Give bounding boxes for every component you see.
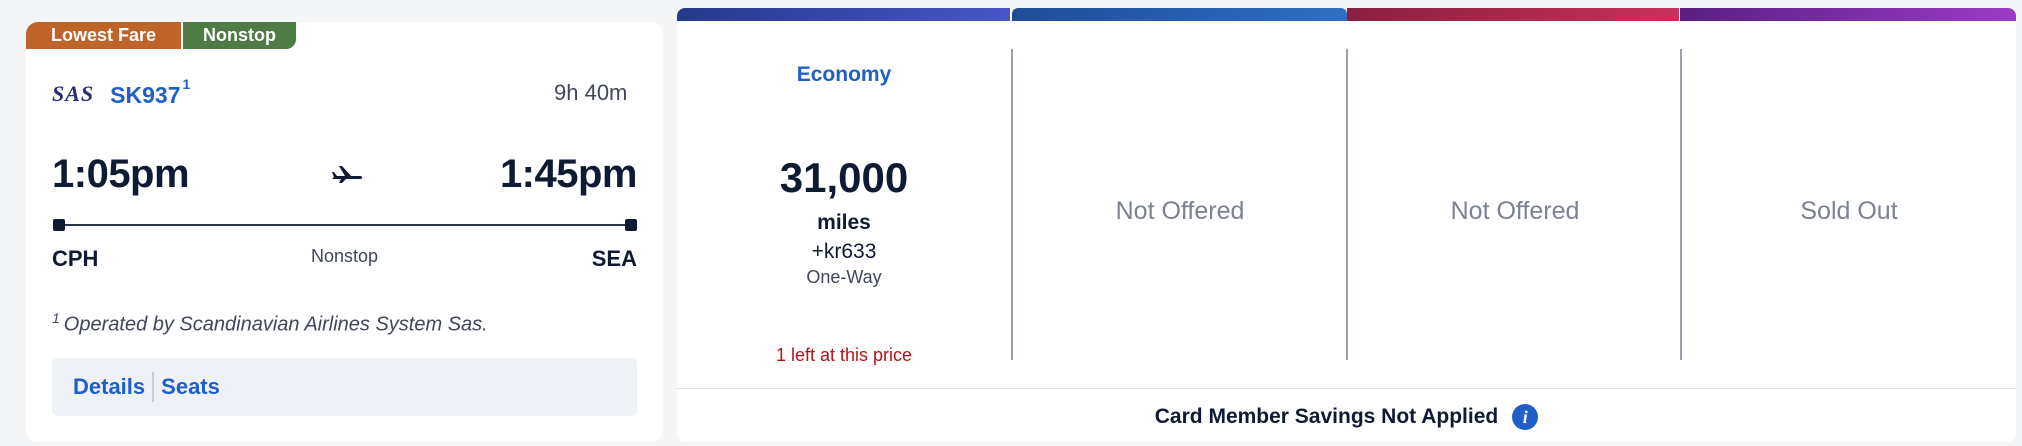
airplane-icon [332,166,363,183]
destination-code: SEA [591,246,637,271]
cabin-name: Economy [796,63,892,86]
sas-logo: SAS [52,81,95,106]
cash-price: +kr633 [811,240,877,263]
seats-left-note: 1 left at this price [775,345,913,365]
details-link[interactable]: Details [73,374,145,400]
footnote-marker-note: 1 [52,310,60,326]
info-icon[interactable]: i [1512,404,1539,430]
card-savings-footer: Card Member Savings Not Applied i [677,392,2016,442]
fare-option-economy[interactable]: Economy 31,000 miles +kr633 One-Way 1 le… [677,21,1011,396]
sold-out-label: Sold Out [1800,197,1898,225]
flight-number[interactable]: SK937 [110,82,180,109]
arrival-time: 1:45pm [499,152,638,196]
route-bar [65,224,625,226]
flight-duration: 9h 40m [554,80,628,105]
cabin2-strip [1011,8,1347,21]
cabin3-strip [1346,8,1680,21]
operated-by-note: 1 Operated by Scandinavian Airlines Syste… [52,310,488,337]
flight-times: 1:05pm 1:45pm [52,152,638,202]
carrier-row: SAS SK937 1 [52,76,190,109]
miles-unit: miles [817,211,871,234]
fare-panel: Economy 31,000 miles +kr633 One-Way 1 le… [677,8,2016,442]
operated-by-text: Operated by Scandinavian Airlines System… [63,313,488,336]
not-offered-label: Not Offered [1450,197,1580,225]
fare-color-strips [677,8,2016,21]
trip-type: One-Way [806,267,882,287]
stops-label: Nonstop [310,246,379,266]
economy-strip [677,8,1010,21]
not-offered-label: Not Offered [1115,197,1245,225]
footnote-marker: 1 [182,76,191,92]
fare-option-4: Sold Out [1682,21,2016,396]
flight-links: Details Seats [52,358,637,416]
departure-time: 1:05pm [52,152,190,196]
destination-dot [625,219,637,231]
lowest-fare-badge: Lowest Fare [26,22,182,49]
miles-amount: 31,000 [779,154,909,201]
origin-dot [53,219,65,231]
link-divider [152,372,155,402]
footer-divider [677,388,2016,389]
fare-badges: Lowest Fare Nonstop [26,22,297,49]
route-line [53,219,637,231]
seats-link[interactable]: Seats [161,374,220,400]
nonstop-badge: Nonstop [183,22,297,49]
cabin4-strip [1680,8,2016,21]
fare-option-2: Not Offered [1013,21,1347,396]
card-savings-text: Card Member Savings Not Applied [1154,405,1499,428]
fare-option-3: Not Offered [1348,21,1682,396]
